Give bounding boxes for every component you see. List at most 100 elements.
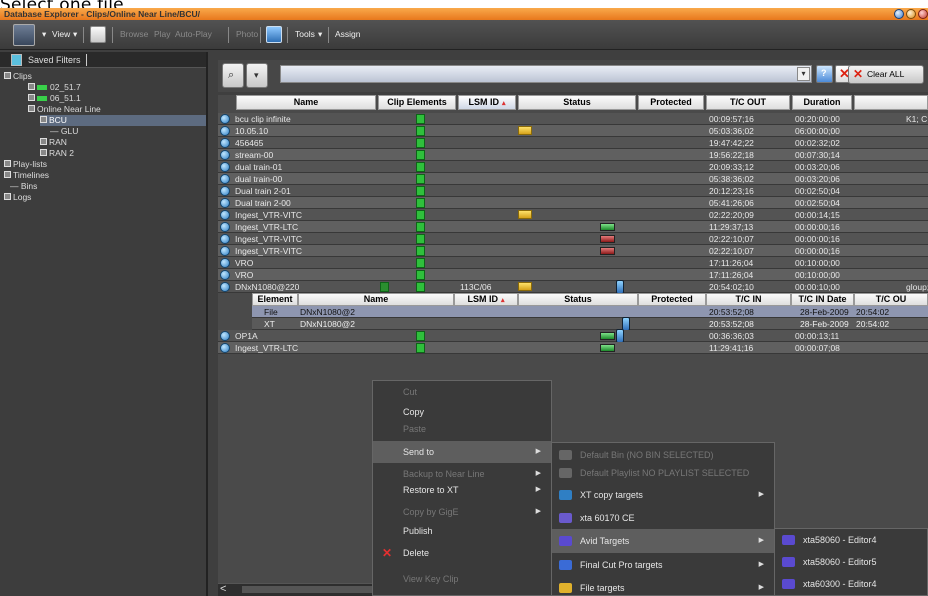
expand-row-icon[interactable]: [220, 222, 230, 232]
table-row[interactable]: Ingest_VTR-LTC 11:29:37;13 00:00:00;16: [218, 221, 928, 233]
table-row[interactable]: Ingest_VTR-VITC 02:22:10;07 00:00:00;16: [218, 233, 928, 245]
send-to-item-file-targets[interactable]: File targets ▶: [552, 576, 774, 596]
table-row[interactable]: dual train-00 05:38:36;02 00:03:20;06: [218, 173, 928, 185]
expand-row-icon[interactable]: [220, 270, 230, 280]
tree-item-02-51-7[interactable]: 02_51.7: [28, 82, 204, 93]
table-row[interactable]: Ingest_VTR-VITC 02:22:10;07 00:00:00;16: [218, 245, 928, 257]
collapse-icon[interactable]: [4, 72, 11, 80]
tree-item-logs[interactable]: Logs: [4, 192, 204, 203]
expand-row-icon[interactable]: [220, 126, 230, 136]
minimize-window-button[interactable]: [906, 9, 916, 19]
menu-item-restore-to-xt[interactable]: Restore to XT ▶: [373, 479, 551, 501]
browse-button[interactable]: Browse: [120, 29, 148, 39]
tree-item-06-51-1[interactable]: 06_51.1: [28, 93, 204, 104]
scroll-thumb[interactable]: [242, 586, 372, 593]
expand-row-icon[interactable]: [220, 162, 230, 172]
tree-item-ran[interactable]: RAN: [40, 137, 200, 148]
tools-menu-button[interactable]: Tools: [295, 29, 315, 39]
save-icon[interactable]: [266, 26, 282, 43]
expand-icon[interactable]: [28, 83, 35, 91]
clear-all-button[interactable]: ✕ Clear ALL: [848, 65, 924, 84]
expand-icon[interactable]: [40, 149, 47, 157]
assign-button[interactable]: Assign: [335, 29, 361, 39]
subcolumn-header-lsm-id[interactable]: LSM ID ▴: [454, 293, 518, 306]
autoplay-button[interactable]: Auto-Play: [175, 29, 212, 39]
subcolumn-header-protected[interactable]: Protected: [638, 293, 706, 306]
scroll-left-icon[interactable]: <: [220, 583, 226, 595]
expand-row-icon[interactable]: [220, 331, 230, 341]
column-header-protected[interactable]: Protected: [638, 95, 704, 110]
table-row[interactable]: DNxN1080@220 113C/06 20:54:02;10 00:00:10;0…: [218, 280, 928, 294]
tree-item-clips[interactable]: Clips: [4, 71, 204, 82]
view-chevron-icon[interactable]: ▾: [73, 29, 77, 40]
element-row[interactable]: File DNxN1080@2 20:53:52;08 28-Feb-2009 20:5…: [252, 306, 928, 318]
view-menu-button[interactable]: View: [52, 29, 70, 39]
tree-item-bcu[interactable]: BCU: [40, 115, 206, 126]
expand-row-icon[interactable]: [220, 246, 230, 256]
expand-row-icon[interactable]: [220, 234, 230, 244]
tools-chevron-icon[interactable]: ▾: [318, 29, 322, 40]
column-header-clip-elements[interactable]: Clip Elements: [378, 95, 456, 110]
saved-filters-header[interactable]: Saved Filters: [0, 52, 206, 68]
subcolumn-header-status[interactable]: Status: [518, 293, 638, 306]
view-dropdown-arrow[interactable]: ▾: [42, 29, 46, 40]
table-row[interactable]: dual train-01 20:09:33;12 00:03:20;06: [218, 161, 928, 173]
help-icon[interactable]: ?: [816, 65, 833, 83]
menu-item-delete[interactable]: Delete ✕: [373, 542, 551, 564]
subcolumn-header-t-c-in[interactable]: T/C IN: [706, 293, 791, 306]
send-to-item-avid-targets[interactable]: Avid Targets ▶: [552, 529, 774, 553]
close-window-button[interactable]: [918, 9, 928, 19]
avid-target-1[interactable]: xta58060 - Editor4: [775, 529, 927, 551]
photo-button[interactable]: Photo: [236, 29, 258, 39]
column-header-extra[interactable]: [854, 95, 928, 110]
expand-row-icon[interactable]: [220, 210, 230, 220]
send-to-item-xt-copy-targets[interactable]: XT copy targets ▶: [552, 483, 774, 507]
table-row[interactable]: Dual train 2-01 20:12:23;16 00:02:50;04: [218, 185, 928, 197]
expand-icon[interactable]: [40, 116, 47, 124]
table-row[interactable]: Ingest_VTR-VITC 02:22:20;09 00:00:14;15: [218, 209, 928, 221]
column-header-t-c-out[interactable]: T/C OUT: [706, 95, 790, 110]
list-view-icon[interactable]: [90, 26, 106, 43]
expand-icon[interactable]: [4, 193, 11, 201]
table-row[interactable]: 10.05.10 05:03:36;02 06:00:00;00: [218, 125, 928, 137]
database-explorer-icon[interactable]: [13, 24, 35, 46]
table-row[interactable]: stream-00 19:56:22;18 00:07:30;14: [218, 149, 928, 161]
table-row[interactable]: Ingest_VTR-LTC 11:29:41;16 00:00:07;08: [218, 342, 928, 354]
window-titlebar[interactable]: Database Explorer - Clips/Online Near Li…: [0, 8, 928, 20]
expand-icon[interactable]: [28, 94, 35, 102]
expand-row-icon[interactable]: [220, 114, 230, 124]
subcolumn-header-element[interactable]: Element: [252, 293, 298, 306]
search-dropdown-arrow[interactable]: ▾: [797, 67, 810, 81]
subcolumn-header-t-c-in-date[interactable]: T/C IN Date: [791, 293, 854, 306]
expand-icon[interactable]: [4, 160, 11, 168]
expand-row-icon[interactable]: [220, 174, 230, 184]
tree-item-online-near-line[interactable]: Online Near Line: [28, 104, 204, 115]
table-row[interactable]: bcu clip infinite 00:09:57;16 00:20:00;00 K…: [218, 113, 928, 125]
menu-item-send-to[interactable]: Send to ▶: [373, 441, 551, 463]
avid-target-3[interactable]: xta60300 - Editor4: [775, 573, 927, 595]
tree-item-glu[interactable]: — GLU: [50, 126, 200, 137]
subcolumn-header-t-c-ou[interactable]: T/C OU: [854, 293, 928, 306]
expand-row-icon[interactable]: [220, 343, 230, 353]
collapse-row-icon[interactable]: [220, 282, 230, 292]
avid-target-2[interactable]: xta58060 - Editor5: [775, 551, 927, 573]
table-row[interactable]: VRO 17:11:26;04 00:10:00;00: [218, 257, 928, 269]
column-header-lsm-id[interactable]: LSM ID ▴: [458, 95, 516, 110]
tree-item-playlists[interactable]: Play-lists: [4, 159, 204, 170]
expand-row-icon[interactable]: [220, 186, 230, 196]
tree-item-bins[interactable]: — Bins: [10, 181, 204, 192]
search-input[interactable]: ▾: [280, 65, 812, 83]
help-window-button[interactable]: [894, 9, 904, 19]
search-button[interactable]: ⌕: [222, 63, 244, 88]
expand-row-icon[interactable]: [220, 258, 230, 268]
send-to-item-final-cut-pro-targets[interactable]: Final Cut Pro targets ▶: [552, 553, 774, 577]
element-row[interactable]: XT DNxN1080@2 20:53:52;08 28-Feb-2009 20:54:…: [252, 317, 928, 331]
send-to-item-xta-60170-ce[interactable]: xta 60170 CE: [552, 506, 774, 530]
expand-row-icon[interactable]: [220, 138, 230, 148]
tree-item-ran-2[interactable]: RAN 2: [40, 148, 200, 159]
expand-row-icon[interactable]: [220, 198, 230, 208]
subcolumn-header-name[interactable]: Name: [298, 293, 454, 306]
column-header-name[interactable]: Name: [236, 95, 376, 110]
play-button[interactable]: Play: [154, 29, 171, 39]
table-row[interactable]: Dual train 2-00 05:41:26;06 00:02:50;04: [218, 197, 928, 209]
